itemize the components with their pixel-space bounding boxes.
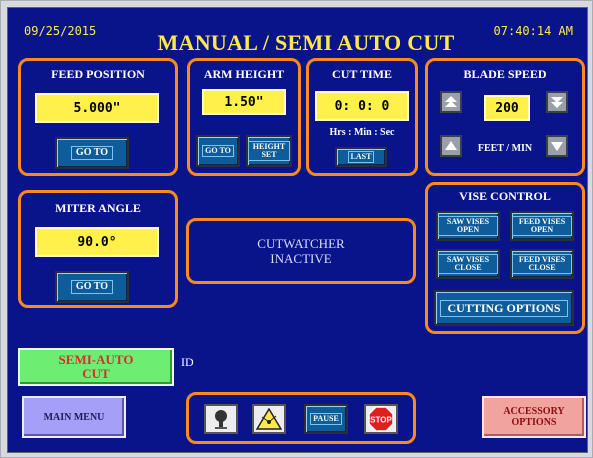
double-up-arrow-icon (445, 96, 457, 107)
vise-control-label: VISE CONTROL (459, 189, 551, 203)
stop-label: STOP (370, 416, 392, 425)
up-arrow-icon (445, 141, 457, 150)
miter-angle-value: 90.0° (35, 227, 159, 257)
status-line-1: CUTWATCHER (257, 236, 345, 251)
cutting-options-label: CUTTING OPTIONS (440, 299, 568, 317)
blade-speed-panel: BLADE SPEED 200 FEET / MIN (425, 58, 585, 176)
arm-height-value: 1.50" (202, 89, 286, 115)
accessory-options-button[interactable]: ACCESSORY OPTIONS (482, 396, 586, 438)
height-set-label: HEIGHT SET (248, 141, 290, 161)
cut-time-value: 0: 0: 0 (315, 91, 409, 121)
feed-position-value: 5.000" (35, 93, 159, 123)
semi-auto-cut-button[interactable]: SEMI-AUTO CUT (18, 348, 174, 386)
feed-vises-close-label: FEED VISES CLOSE (512, 254, 572, 274)
main-menu-label: MAIN MENU (43, 411, 105, 423)
pause-button[interactable]: PAUSE (304, 404, 348, 434)
arm-goto-button[interactable]: GO TO (196, 135, 240, 167)
blade-speed-units: FEET / MIN (477, 143, 533, 154)
arm-height-label: ARM HEIGHT (203, 67, 285, 81)
arm-height-panel: ARM HEIGHT 1.50" GO TO HEIGHT SET (187, 58, 301, 176)
speed-down-button[interactable] (546, 135, 568, 157)
saw-vises-close-button[interactable]: SAW VISES CLOSE (436, 249, 500, 279)
speed-up-button[interactable] (440, 135, 462, 157)
feed-position-label: FEED POSITION (51, 67, 145, 81)
arm-goto-label: GO TO (202, 145, 234, 157)
blade-speed-label: BLADE SPEED (463, 67, 547, 81)
feed-position-panel: FEED POSITION 5.000" GO TO (18, 58, 178, 176)
feed-goto-label: GO TO (70, 146, 114, 160)
down-arrow-icon (551, 142, 563, 151)
miter-goto-label: GO TO (70, 280, 114, 294)
mode-label-line-1: SEMI-AUTO (58, 352, 134, 367)
laser-light-icon (215, 410, 227, 429)
miter-goto-button[interactable]: GO TO (55, 271, 129, 303)
cutting-options-button[interactable]: CUTTING OPTIONS (434, 290, 574, 326)
status-line-2: INACTIVE (270, 251, 332, 266)
feed-vises-close-button[interactable]: FEED VISES CLOSE (510, 249, 574, 279)
feed-goto-button[interactable]: GO TO (55, 137, 129, 169)
last-label: LAST (347, 151, 375, 163)
accessory-options-label: ACCESSORY OPTIONS (503, 406, 565, 428)
time-display: 07:40:14 AM (493, 24, 573, 38)
hmi-screen: 09/25/2015 MANUAL / SEMI AUTO CUT 07:40:… (7, 7, 588, 453)
stop-button[interactable]: STOP (364, 404, 398, 434)
cut-time-panel: CUT TIME 0: 0: 0 Hrs : Min : Sec LAST (306, 58, 418, 176)
speed-fast-up-button[interactable] (440, 91, 462, 113)
saw-vises-close-label: SAW VISES CLOSE (438, 254, 498, 274)
stop-sign-icon: STOP (368, 406, 394, 432)
main-menu-button[interactable]: MAIN MENU (22, 396, 126, 438)
miter-angle-panel: MITER ANGLE 90.0° GO TO (18, 190, 178, 308)
speed-fast-down-button[interactable] (546, 91, 568, 113)
feed-vises-open-label: FEED VISES OPEN (512, 216, 572, 236)
last-button[interactable]: LAST (335, 147, 387, 167)
saw-vises-open-label: SAW VISES OPEN (438, 216, 498, 236)
hmi-bezel: 09/25/2015 MANUAL / SEMI AUTO CUT 07:40:… (0, 0, 593, 458)
cut-time-label: CUT TIME (332, 67, 392, 81)
mode-label-line-2: CUT (82, 366, 110, 381)
cut-time-units: Hrs : Min : Sec (329, 127, 395, 138)
date-display: 09/25/2015 (24, 24, 97, 38)
saw-vises-open-button[interactable]: SAW VISES OPEN (436, 211, 500, 241)
laser-light-button[interactable] (204, 404, 238, 434)
height-set-button[interactable]: HEIGHT SET (246, 135, 292, 167)
page-title: MANUAL / SEMI AUTO CUT (157, 30, 455, 55)
cutwatcher-status: CUTWATCHER INACTIVE (186, 218, 416, 284)
blade-speed-value: 200 (484, 95, 530, 121)
pause-label: PAUSE (310, 413, 342, 425)
id-label: ID (181, 355, 194, 369)
feed-vises-open-button[interactable]: FEED VISES OPEN (510, 211, 574, 241)
double-down-arrow-icon (551, 97, 563, 108)
miter-angle-label: MITER ANGLE (55, 201, 141, 215)
laser-warning-icon (256, 408, 282, 430)
laser-warning-button[interactable] (252, 404, 286, 434)
